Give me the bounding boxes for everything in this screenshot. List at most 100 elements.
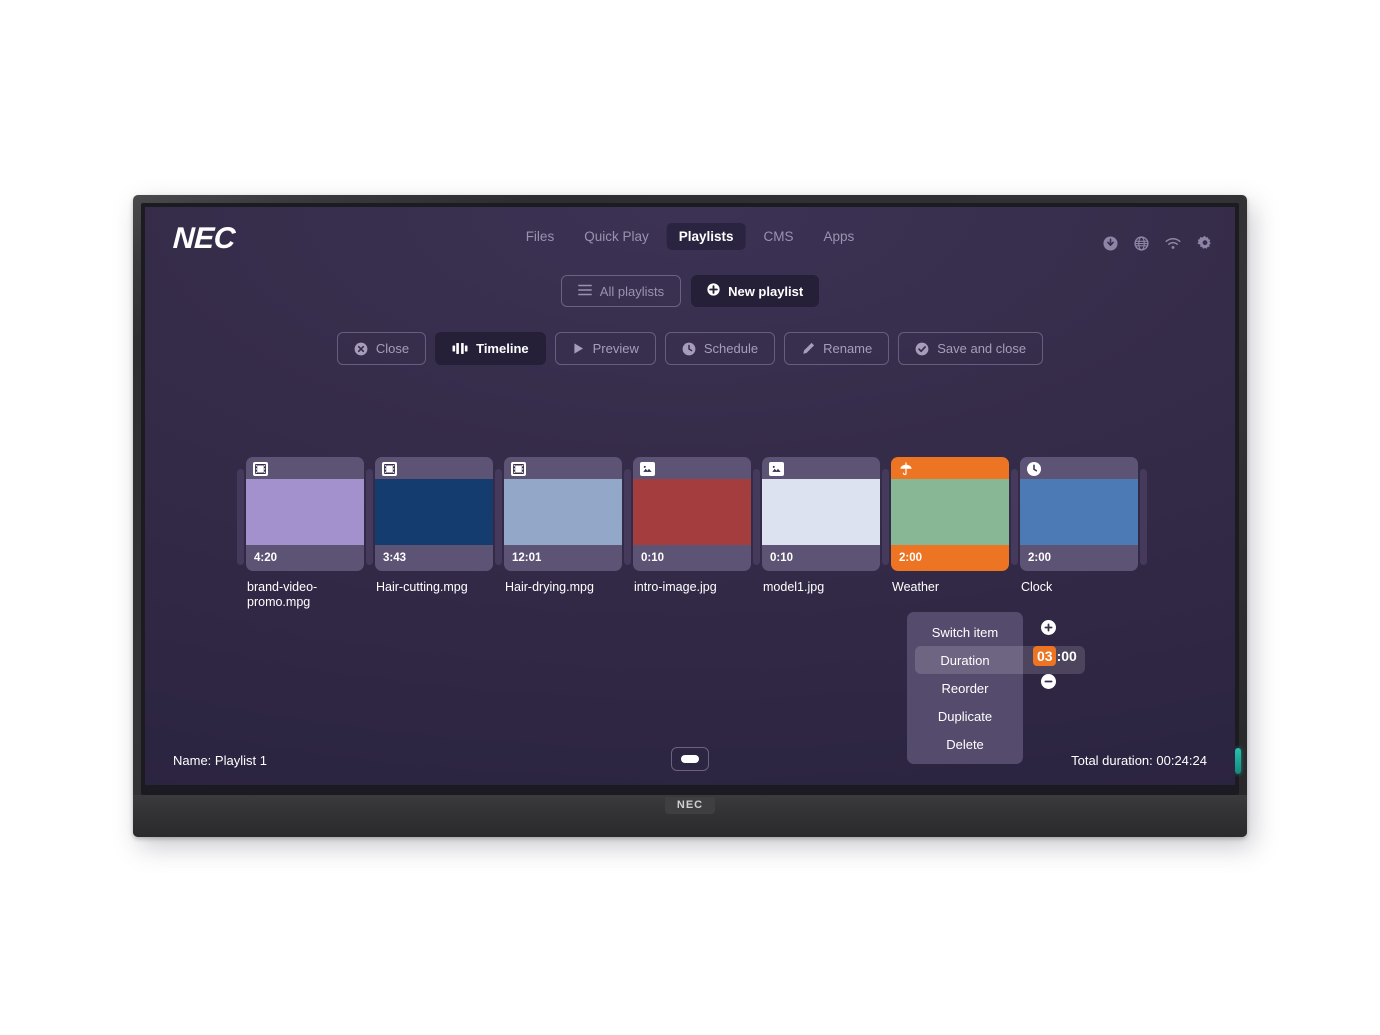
- tile-thumbnail: [633, 479, 751, 545]
- timeline-item-tile[interactable]: 0:10: [633, 457, 751, 571]
- film-icon: [511, 462, 526, 476]
- context-menu-item-duplicate[interactable]: Duplicate: [907, 702, 1023, 730]
- timeline-item[interactable]: 0:10 model1.jpg: [762, 457, 880, 595]
- drag-handle[interactable]: [1140, 469, 1147, 565]
- film-icon: [253, 462, 268, 476]
- tile-thumbnail: [1020, 479, 1138, 545]
- timeline-icon: [452, 342, 468, 355]
- drag-handle[interactable]: [237, 469, 244, 565]
- tile-duration: 0:10: [770, 552, 794, 564]
- duration-minutes[interactable]: 03: [1033, 646, 1056, 666]
- nav-item-apps[interactable]: Apps: [812, 223, 867, 250]
- timeline-item[interactable]: 12:01 Hair-drying.mpg: [504, 457, 622, 595]
- check-circle-icon: [915, 342, 929, 356]
- timeline-item-tile-selected[interactable]: 2:00: [891, 457, 1009, 571]
- timeline-item[interactable]: 2:00 Weather: [891, 457, 1009, 595]
- timeline-item-name: Weather: [892, 580, 940, 594]
- nav-item-quick-play[interactable]: Quick Play: [572, 223, 661, 250]
- save-and-close-button[interactable]: Save and close: [898, 332, 1044, 365]
- image-icon: [769, 462, 784, 476]
- schedule-button-label: Schedule: [703, 341, 759, 356]
- tile-thumbnail: [762, 479, 880, 545]
- download-icon[interactable]: [1103, 235, 1118, 251]
- timeline-item-tile[interactable]: 3:43: [375, 457, 493, 571]
- bezel-nec-logo: NEC: [664, 797, 716, 814]
- new-playlist-label: New playlist: [728, 283, 804, 299]
- tile-duration: 2:00: [1028, 552, 1052, 564]
- nav-item-cms[interactable]: CMS: [752, 223, 806, 250]
- timeline-item[interactable]: 2:00 Clock: [1020, 457, 1138, 595]
- image-icon: [640, 462, 655, 476]
- plus-circle-icon: [707, 283, 720, 299]
- editor-toolbar: Close Timeline Preview Schedule Rename S…: [145, 332, 1235, 365]
- duration-stepper: 03:00: [1033, 612, 1093, 742]
- preview-button[interactable]: Preview: [554, 332, 656, 365]
- wifi-icon[interactable]: [1165, 237, 1181, 250]
- drag-handle[interactable]: [624, 469, 631, 565]
- duration-value[interactable]: 03:00: [1033, 646, 1081, 666]
- status-icon-group: [1103, 235, 1213, 251]
- rename-button[interactable]: Rename: [784, 332, 890, 365]
- tile-duration: 0:10: [641, 552, 665, 564]
- tile-header: [891, 457, 1009, 479]
- context-menu-item-switch-item[interactable]: Switch item: [907, 618, 1023, 646]
- timeline-item-name: intro-image.jpg: [634, 580, 717, 594]
- minus-circle-icon[interactable]: [1041, 674, 1056, 689]
- film-icon: [382, 462, 397, 476]
- collapse-handle-button[interactable]: [671, 747, 709, 771]
- drag-handle[interactable]: [1011, 469, 1018, 565]
- nec-logo: NEC: [172, 222, 236, 255]
- tile-thumbnail: [246, 479, 364, 545]
- tile-header: [1020, 457, 1138, 479]
- context-menu-item-duration[interactable]: Duration: [907, 646, 1085, 674]
- top-bar: NEC Files Quick Play Playlists CMS Apps: [145, 207, 1235, 263]
- drag-handle[interactable]: [366, 469, 373, 565]
- globe-icon[interactable]: [1134, 235, 1149, 251]
- tile-duration: 12:01: [512, 552, 542, 564]
- status-bar: Name: Playlist 1 Total duration: 00:24:2…: [145, 739, 1235, 785]
- all-playlists-button[interactable]: All playlists: [560, 275, 682, 307]
- nav-item-playlists[interactable]: Playlists: [666, 223, 746, 250]
- tile-thumbnail: [891, 479, 1009, 545]
- close-button[interactable]: Close: [336, 332, 427, 365]
- timeline-item[interactable]: 0:10 intro-image.jpg: [633, 457, 751, 595]
- timeline-item[interactable]: 4:20 brand-video-promo.mpg: [246, 457, 364, 610]
- clock-icon: [682, 342, 696, 356]
- gear-icon[interactable]: [1197, 235, 1213, 251]
- pencil-icon: [801, 342, 815, 356]
- timeline-item-tile[interactable]: 12:01: [504, 457, 622, 571]
- save-and-close-button-label: Save and close: [937, 341, 1027, 356]
- play-icon: [572, 342, 585, 355]
- timeline-item-tile[interactable]: 0:10: [762, 457, 880, 571]
- timeline-item-name: brand-video-promo.mpg: [247, 580, 318, 609]
- tile-header: [762, 457, 880, 479]
- nav-item-files[interactable]: Files: [514, 223, 567, 250]
- close-button-label: Close: [375, 341, 410, 356]
- context-menu-item-reorder[interactable]: Reorder: [907, 674, 1023, 702]
- schedule-button[interactable]: Schedule: [664, 332, 776, 365]
- clock-icon: [1027, 462, 1041, 476]
- new-playlist-button[interactable]: New playlist: [691, 275, 820, 307]
- display-monitor: NEC Files Quick Play Playlists CMS Apps: [133, 195, 1247, 837]
- timeline-item[interactable]: 3:43 Hair-cutting.mpg: [375, 457, 493, 595]
- timeline-item-tile[interactable]: 4:20: [246, 457, 364, 571]
- hamburger-icon: [577, 284, 592, 299]
- duration-seconds[interactable]: 00: [1061, 648, 1077, 664]
- screen: NEC Files Quick Play Playlists CMS Apps: [145, 207, 1235, 785]
- timeline-button-label: Timeline: [476, 341, 529, 356]
- timeline-strip: 4:20 brand-video-promo.mpg 3:43 Hair-cut…: [237, 457, 1147, 610]
- plus-circle-icon[interactable]: [1041, 620, 1056, 635]
- tile-header: [246, 457, 364, 479]
- timeline-item-name: Hair-drying.mpg: [505, 580, 594, 594]
- timeline-button[interactable]: Timeline: [435, 332, 546, 365]
- drag-handle[interactable]: [882, 469, 889, 565]
- close-circle-icon: [354, 342, 368, 356]
- timeline-item-name: Clock: [1021, 580, 1053, 594]
- tile-thumbnail: [504, 479, 622, 545]
- drag-handle[interactable]: [495, 469, 502, 565]
- preview-button-label: Preview: [592, 341, 639, 356]
- rename-button-label: Rename: [823, 341, 873, 356]
- timeline-item-tile[interactable]: 2:00: [1020, 457, 1138, 571]
- drag-handle[interactable]: [753, 469, 760, 565]
- timeline-item-name: model1.jpg: [763, 580, 825, 594]
